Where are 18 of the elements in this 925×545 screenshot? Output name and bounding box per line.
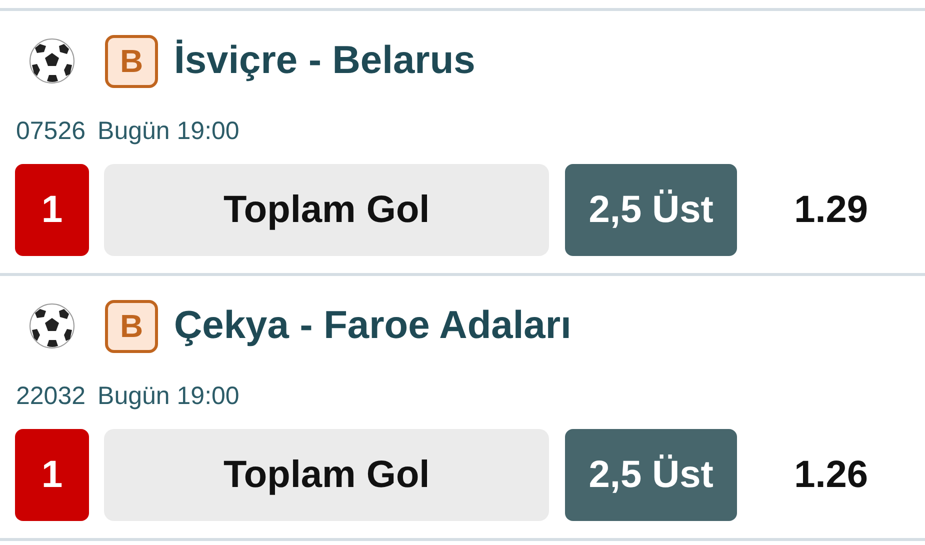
market-label: Toplam Gol <box>104 429 550 521</box>
league-badge: B <box>105 34 158 88</box>
selection-label: 2,5 Üst <box>565 164 738 256</box>
pick-badge: 1 <box>15 429 90 521</box>
pick-badge: 1 <box>15 164 90 256</box>
odds-value: 1.26 <box>793 454 870 496</box>
selection-label: 2,5 Üst <box>565 429 738 521</box>
soccer-ball-icon <box>28 37 76 85</box>
match-time: Bugün 19:00 <box>98 116 240 146</box>
match-title: Çekya - Faroe Adaları <box>174 304 572 348</box>
match-time: Bugün 19:00 <box>98 382 240 410</box>
match-title: İsviçre - Belarus <box>174 39 476 83</box>
odds-value: 1.29 <box>793 188 870 232</box>
match-code: 07526 <box>16 116 86 146</box>
market-label: Toplam Gol <box>104 164 550 256</box>
match-code: 22032 <box>16 382 86 410</box>
soccer-ball-icon <box>28 302 76 350</box>
league-badge: B <box>105 300 158 352</box>
